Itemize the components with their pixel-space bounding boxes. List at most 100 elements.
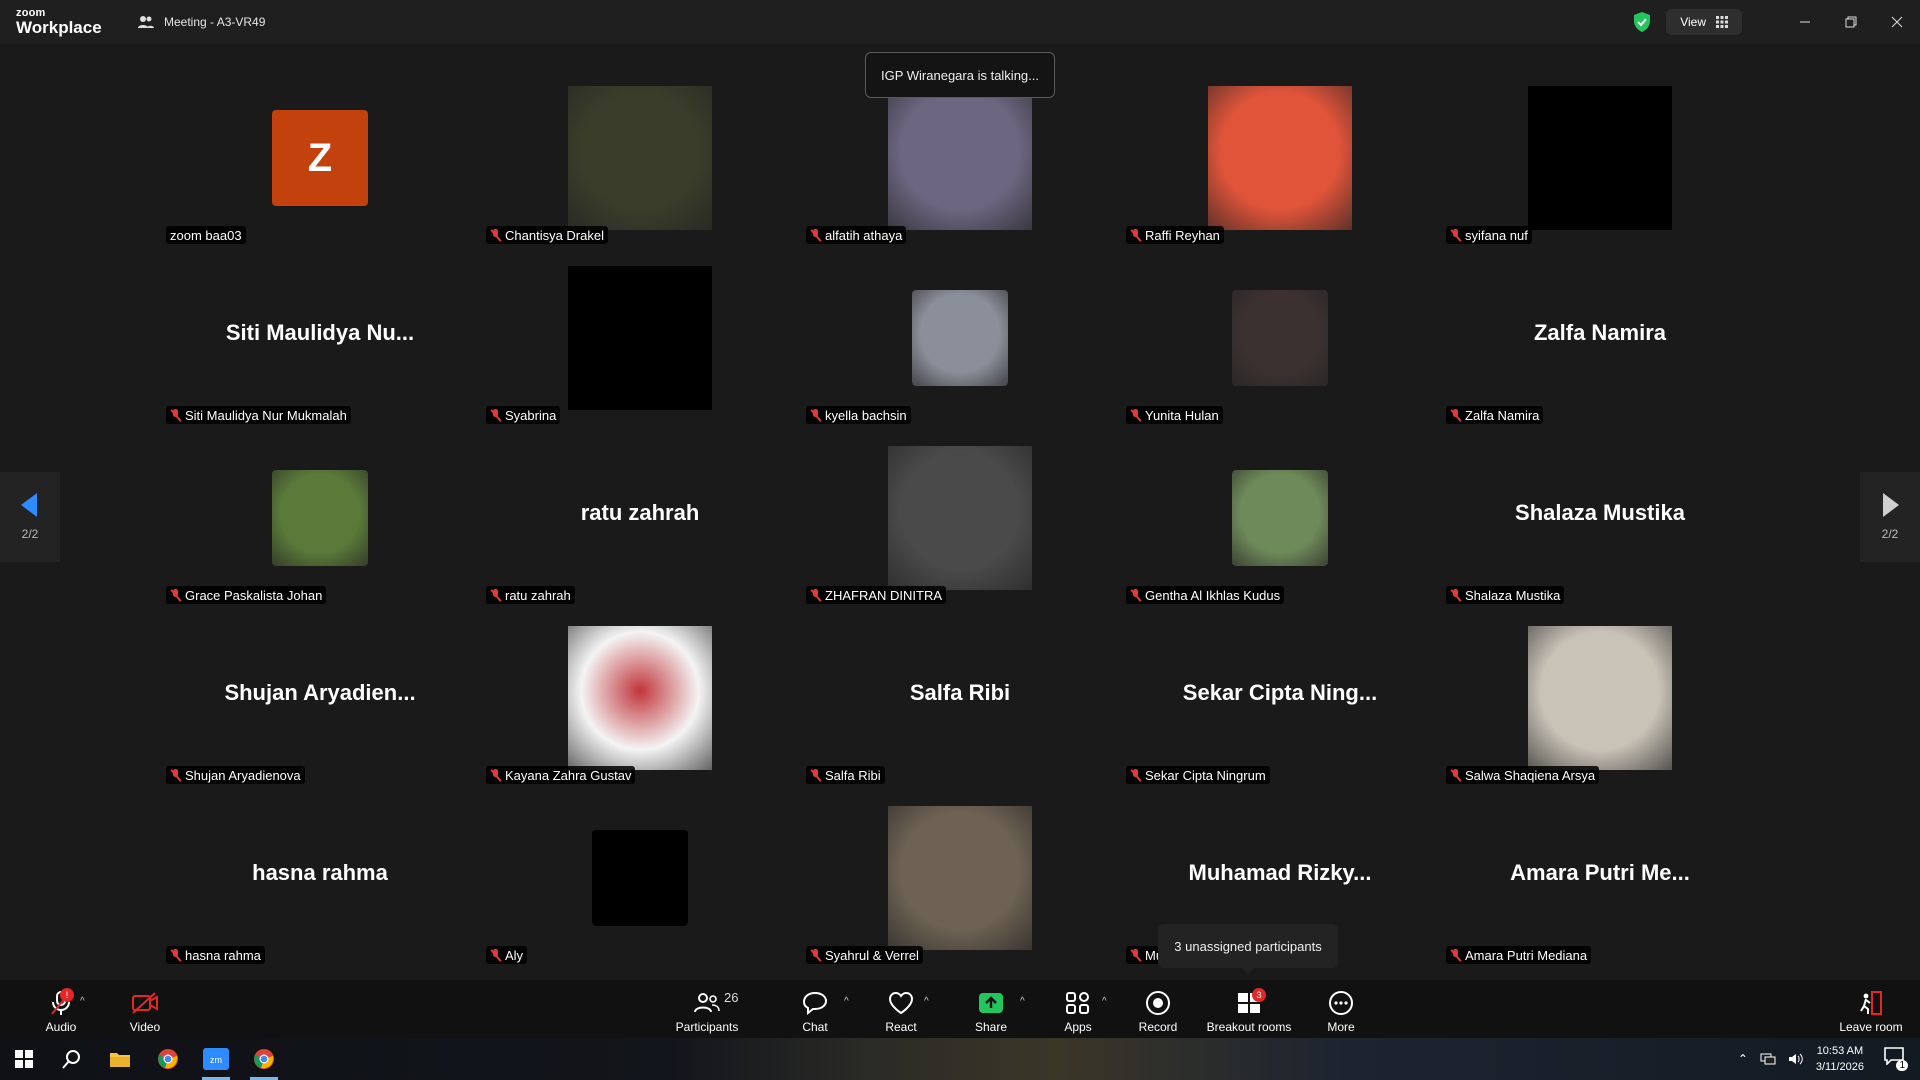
participant-name-tag: Aly [486, 946, 528, 964]
search-button[interactable] [48, 1038, 96, 1080]
participant-tile[interactable]: Chantisya Drakel [480, 64, 800, 244]
participant-display-name: Shujan Aryadien... [224, 680, 416, 705]
participant-name-tag: Sekar Cipta Ningrum [1126, 766, 1270, 784]
file-explorer-button[interactable] [96, 1038, 144, 1080]
restore-button[interactable] [1828, 0, 1874, 44]
share-button[interactable]: Share [974, 986, 1008, 1034]
volume-icon[interactable] [1788, 1052, 1804, 1066]
chrome-button[interactable] [144, 1038, 192, 1080]
windows-logo-icon [15, 1050, 33, 1068]
participant-display-name: Zalfa Namira [1533, 320, 1667, 345]
leave-room-button[interactable]: Leave room [1838, 986, 1904, 1034]
minimize-icon [1800, 21, 1810, 23]
view-button[interactable]: View [1666, 9, 1742, 35]
participant-tile[interactable]: Grace Paskalista Johan [160, 424, 480, 604]
mic-muted-icon [490, 228, 501, 242]
participant-tile[interactable]: Syabrina [480, 244, 800, 424]
chevron-up-icon[interactable]: ⌃ [1738, 1052, 1748, 1066]
zoom-taskbar-button[interactable]: zm [192, 1038, 240, 1080]
talking-indicator: IGP Wiranegara is talking... [865, 52, 1055, 98]
participant-tile[interactable]: syifana nuf [1440, 64, 1760, 244]
breakout-label: Breakout rooms [1206, 1020, 1292, 1034]
record-button[interactable]: Record [1138, 986, 1178, 1034]
network-icon[interactable] [1760, 1052, 1776, 1066]
participant-display-name: ratu zahrah [580, 500, 700, 525]
participant-tile[interactable]: kyella bachsin [800, 244, 1120, 424]
next-page-button[interactable]: 2/2 [1860, 472, 1920, 562]
participant-name: Salwa Shaqiena Arsya [1465, 767, 1596, 783]
participant-name: Syabrina [505, 407, 557, 423]
video-off-icon [132, 992, 158, 1014]
more-button[interactable]: More [1326, 986, 1356, 1034]
participant-name: Grace Paskalista Johan [185, 587, 323, 603]
participant-tile[interactable]: Aly [480, 784, 800, 964]
participant-name: Zalfa Namira [1465, 407, 1540, 423]
participant-tile[interactable]: Zzoom baa03 [160, 64, 480, 244]
mic-muted-icon [810, 228, 821, 242]
start-button[interactable] [0, 1038, 48, 1080]
participant-tile[interactable]: Salwa Shaqiena Arsya [1440, 604, 1760, 784]
taskbar-clock[interactable]: 10:53 AM 3/11/2026 [1816, 1043, 1864, 1075]
mic-muted-icon [1450, 948, 1461, 962]
participant-display-name: Muhamad Rizky... [1188, 860, 1372, 885]
chrome-window-button[interactable] [240, 1038, 288, 1080]
mic-muted-icon [170, 948, 181, 962]
participant-tile[interactable]: Sekar Cipta Ning... Sekar Cipta Ningrum [1120, 604, 1440, 784]
mic-muted-icon [170, 588, 181, 602]
participant-name-tag: syifana nuf [1446, 226, 1532, 244]
breakout-rooms-button[interactable]: 3 Breakout rooms [1204, 986, 1294, 1034]
participant-tile[interactable]: Raffi Reyhan [1120, 64, 1440, 244]
react-button[interactable]: React [884, 986, 918, 1034]
video-button[interactable]: Video [120, 986, 170, 1034]
meeting-toolbar: ! Audio ^ Video 26 Participants Chat ^ R… [0, 980, 1920, 1038]
audio-button[interactable]: ! Audio [36, 986, 86, 1034]
minimize-button[interactable] [1782, 0, 1828, 44]
folder-icon [110, 1053, 130, 1067]
mic-muted-icon [490, 588, 501, 602]
notification-center-button[interactable]: 1 [1884, 1047, 1908, 1071]
share-screen-icon [979, 993, 1003, 1013]
participant-name-tag: kyella bachsin [806, 406, 911, 424]
close-button[interactable] [1874, 0, 1920, 44]
mic-muted-icon [1130, 948, 1141, 962]
participant-tile[interactable]: Syahrul & Verrel [800, 784, 1120, 964]
participant-name: Kayana Zahra Gustav [505, 767, 632, 783]
participant-tile[interactable]: Yunita Hulan [1120, 244, 1440, 424]
unassigned-tooltip: 3 unassigned participants [1158, 924, 1338, 974]
meeting-title: Meeting - A3-VR49 [164, 15, 266, 29]
participant-tile[interactable]: Siti Maulidya Nu... Siti Maulidya Nur Muk… [160, 244, 480, 424]
participant-name: Chantisya Drakel [505, 227, 604, 243]
participant-tile[interactable]: Shujan Aryadien... Shujan Aryadienova [160, 604, 480, 784]
meeting-info[interactable]: Meeting - A3-VR49 [138, 15, 265, 29]
participant-tile[interactable]: hasna rahma hasna rahma [160, 784, 480, 964]
zoom-logo: zoom Workplace [16, 8, 102, 37]
mic-muted-icon [170, 408, 181, 422]
previous-page-button[interactable]: 2/2 [0, 472, 60, 562]
chat-options-caret[interactable]: ^ [844, 996, 849, 1007]
participant-tile[interactable]: Amara Putri Me... Amara Putri Mediana [1440, 784, 1760, 964]
participant-name-tag: ZHAFRAN DINITRA [806, 586, 946, 604]
more-label: More [1327, 1020, 1355, 1034]
search-icon [62, 1050, 80, 1069]
participant-tile[interactable]: Gentha Al Ikhlas Kudus [1120, 424, 1440, 604]
react-options-caret[interactable]: ^ [924, 996, 929, 1007]
participant-tile[interactable]: Zalfa Namira Zalfa Namira [1440, 244, 1760, 424]
chat-icon [802, 991, 828, 1015]
participant-name-tag: zoom baa03 [166, 226, 246, 244]
participant-tile[interactable]: ZHAFRAN DINITRA [800, 424, 1120, 604]
chat-button[interactable]: Chat [800, 986, 830, 1034]
shield-check-icon[interactable] [1630, 10, 1654, 34]
participant-tile[interactable]: Shalaza Mustika Shalaza Mustika [1440, 424, 1760, 604]
apps-button[interactable]: Apps [1062, 986, 1094, 1034]
share-options-caret[interactable]: ^ [1020, 996, 1025, 1007]
participant-tile[interactable]: Kayana Zahra Gustav [480, 604, 800, 784]
mic-muted-icon [1450, 228, 1461, 242]
participant-tile[interactable]: ratu zahrah ratu zahrah [480, 424, 800, 604]
audio-options-caret[interactable]: ^ [80, 996, 85, 1007]
notification-count: 1 [1896, 1060, 1908, 1071]
participants-button[interactable]: 26 Participants [670, 986, 744, 1034]
participant-tile[interactable]: Salfa Ribi Salfa Ribi [800, 604, 1120, 784]
apps-options-caret[interactable]: ^ [1102, 996, 1107, 1007]
participant-photo [888, 806, 1032, 950]
heart-icon [888, 991, 914, 1015]
